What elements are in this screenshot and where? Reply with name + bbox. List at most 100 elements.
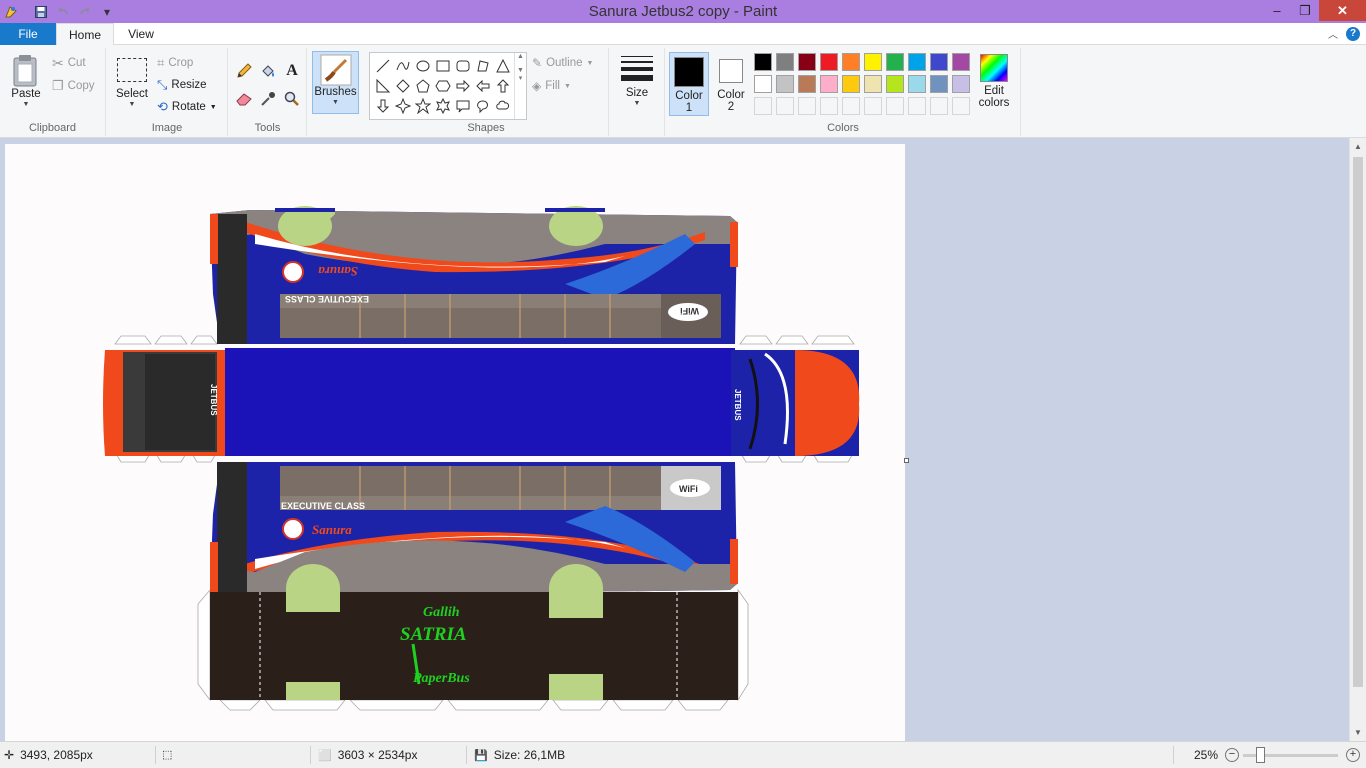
oval-callout-icon[interactable] xyxy=(473,96,493,116)
help-icon[interactable]: ? xyxy=(1346,26,1360,41)
rotate-button[interactable]: ⟲ Rotate ▼ xyxy=(157,97,217,117)
triangle-shape-icon[interactable] xyxy=(493,56,513,76)
curve-shape-icon[interactable] xyxy=(393,56,413,76)
right-arrow-shape-icon[interactable] xyxy=(453,76,473,96)
crop-button[interactable]: ⌗ Crop xyxy=(157,53,193,73)
size-button[interactable]: Size ▼ xyxy=(618,52,656,118)
oval-shape-icon[interactable] xyxy=(413,56,433,76)
palette-empty-swatch[interactable] xyxy=(908,97,926,115)
four-point-star-icon[interactable] xyxy=(393,96,413,116)
roof-panel: JETBUS JETBUS Sanura xyxy=(103,348,860,456)
canvas-workspace[interactable]: Sanura EXECUTIVE CLASS WiFi JETBUS JETBU… xyxy=(0,138,1349,741)
cut-button[interactable]: ✂ Cut xyxy=(52,53,86,73)
pentagon-shape-icon[interactable] xyxy=(413,76,433,96)
drawing-canvas[interactable]: Sanura EXECUTIVE CLASS WiFi JETBUS JETBU… xyxy=(5,144,905,741)
scroll-down-icon[interactable]: ▼ xyxy=(1350,724,1366,741)
palette-empty-swatch[interactable] xyxy=(930,97,948,115)
rect-callout-icon[interactable] xyxy=(453,96,473,116)
color2-button[interactable]: Color 2 xyxy=(711,52,751,116)
hexagon-shape-icon[interactable] xyxy=(433,76,453,96)
canvas-resize-handle[interactable] xyxy=(904,458,909,463)
zoom-level: 25% xyxy=(1194,748,1218,762)
shapes-group-label: Shapes xyxy=(467,122,505,134)
scroll-thumb[interactable] xyxy=(1353,157,1363,687)
palette-color-swatch[interactable] xyxy=(842,75,860,93)
brushes-button[interactable]: Brushes ▼ xyxy=(312,51,359,114)
copy-button[interactable]: ❐ Copy xyxy=(52,76,95,96)
palette-color-swatch[interactable] xyxy=(908,53,926,71)
polygon-shape-icon[interactable] xyxy=(473,56,493,76)
fill-button[interactable]: ◈ Fill ▼ xyxy=(532,76,571,96)
zoom-out-button[interactable]: − xyxy=(1225,748,1239,762)
palette-color-swatch[interactable] xyxy=(864,53,882,71)
ribbon-options: ︿ ? xyxy=(1328,26,1360,41)
palette-empty-swatch[interactable] xyxy=(842,97,860,115)
resize-button[interactable]: ⤡ Resize xyxy=(157,75,207,95)
rectangle-shape-icon[interactable] xyxy=(433,56,453,76)
palette-empty-swatch[interactable] xyxy=(754,97,772,115)
color1-button[interactable]: Color 1 xyxy=(669,52,709,116)
tab-file[interactable]: File xyxy=(0,23,56,45)
cloud-callout-icon[interactable] xyxy=(493,96,513,116)
cursor-position: ✛ 3493, 2085px xyxy=(4,748,93,762)
palette-empty-swatch[interactable] xyxy=(886,97,904,115)
ribbon-tabs: File Home View ︿ ? xyxy=(0,23,1366,46)
zoom-slider-thumb[interactable] xyxy=(1256,747,1265,763)
up-arrow-shape-icon[interactable] xyxy=(493,76,513,96)
pencil-icon[interactable] xyxy=(233,60,255,82)
palette-color-swatch[interactable] xyxy=(754,53,772,71)
edit-colors-button[interactable]: Edit colors xyxy=(974,54,1014,118)
left-arrow-shape-icon[interactable] xyxy=(473,76,493,96)
scroll-up-icon[interactable]: ▲ xyxy=(1350,138,1366,155)
zoom-in-button[interactable]: + xyxy=(1346,748,1360,762)
palette-color-swatch[interactable] xyxy=(930,75,948,93)
six-point-star-icon[interactable] xyxy=(433,96,453,116)
palette-color-swatch[interactable] xyxy=(798,75,816,93)
palette-color-swatch[interactable] xyxy=(864,75,882,93)
vertical-scrollbar[interactable]: ▲ ▼ xyxy=(1349,138,1366,741)
palette-color-swatch[interactable] xyxy=(754,75,772,93)
rotate-dropdown-icon: ▼ xyxy=(209,103,217,111)
palette-color-swatch[interactable] xyxy=(798,53,816,71)
diamond-shape-icon[interactable] xyxy=(393,76,413,96)
maximize-button[interactable]: ❐ xyxy=(1291,0,1319,21)
outline-button[interactable]: ✎ Outline ▼ xyxy=(532,53,593,73)
five-point-star-icon[interactable] xyxy=(413,96,433,116)
tab-view[interactable]: View xyxy=(116,23,166,45)
minimize-button[interactable]: – xyxy=(1263,0,1291,21)
palette-empty-swatch[interactable] xyxy=(864,97,882,115)
shapes-gallery: ▲ ▼ ▾ xyxy=(369,52,527,120)
right-triangle-shape-icon[interactable] xyxy=(373,76,393,96)
color-palette xyxy=(753,52,973,118)
tab-home[interactable]: Home xyxy=(56,23,114,46)
palette-color-swatch[interactable] xyxy=(820,75,838,93)
color1-label: Color xyxy=(675,90,703,102)
down-arrow-shape-icon[interactable] xyxy=(373,96,393,116)
palette-empty-swatch[interactable] xyxy=(952,97,970,115)
palette-color-swatch[interactable] xyxy=(908,75,926,93)
palette-color-swatch[interactable] xyxy=(776,75,794,93)
palette-color-swatch[interactable] xyxy=(820,53,838,71)
magnifier-icon[interactable] xyxy=(281,88,303,110)
palette-color-swatch[interactable] xyxy=(842,53,860,71)
palette-color-swatch[interactable] xyxy=(886,75,904,93)
minimize-ribbon-icon[interactable]: ︿ xyxy=(1328,26,1338,41)
palette-color-swatch[interactable] xyxy=(886,53,904,71)
paste-button[interactable]: Paste ▼ xyxy=(6,52,46,118)
palette-empty-swatch[interactable] xyxy=(776,97,794,115)
close-button[interactable]: ✕ xyxy=(1319,0,1366,21)
fill-bucket-icon[interactable] xyxy=(257,60,279,82)
eraser-icon[interactable] xyxy=(233,88,255,110)
color-picker-icon[interactable] xyxy=(257,88,279,110)
palette-color-swatch[interactable] xyxy=(952,53,970,71)
palette-color-swatch[interactable] xyxy=(952,75,970,93)
palette-color-swatch[interactable] xyxy=(930,53,948,71)
line-shape-icon[interactable] xyxy=(373,56,393,76)
select-button[interactable]: Select ▼ xyxy=(113,52,151,118)
shapes-scrollbar[interactable]: ▲ ▼ ▾ xyxy=(514,53,526,119)
text-tool-icon[interactable]: A xyxy=(281,60,303,82)
palette-color-swatch[interactable] xyxy=(776,53,794,71)
palette-empty-swatch[interactable] xyxy=(798,97,816,115)
rounded-rect-shape-icon[interactable] xyxy=(453,56,473,76)
palette-empty-swatch[interactable] xyxy=(820,97,838,115)
